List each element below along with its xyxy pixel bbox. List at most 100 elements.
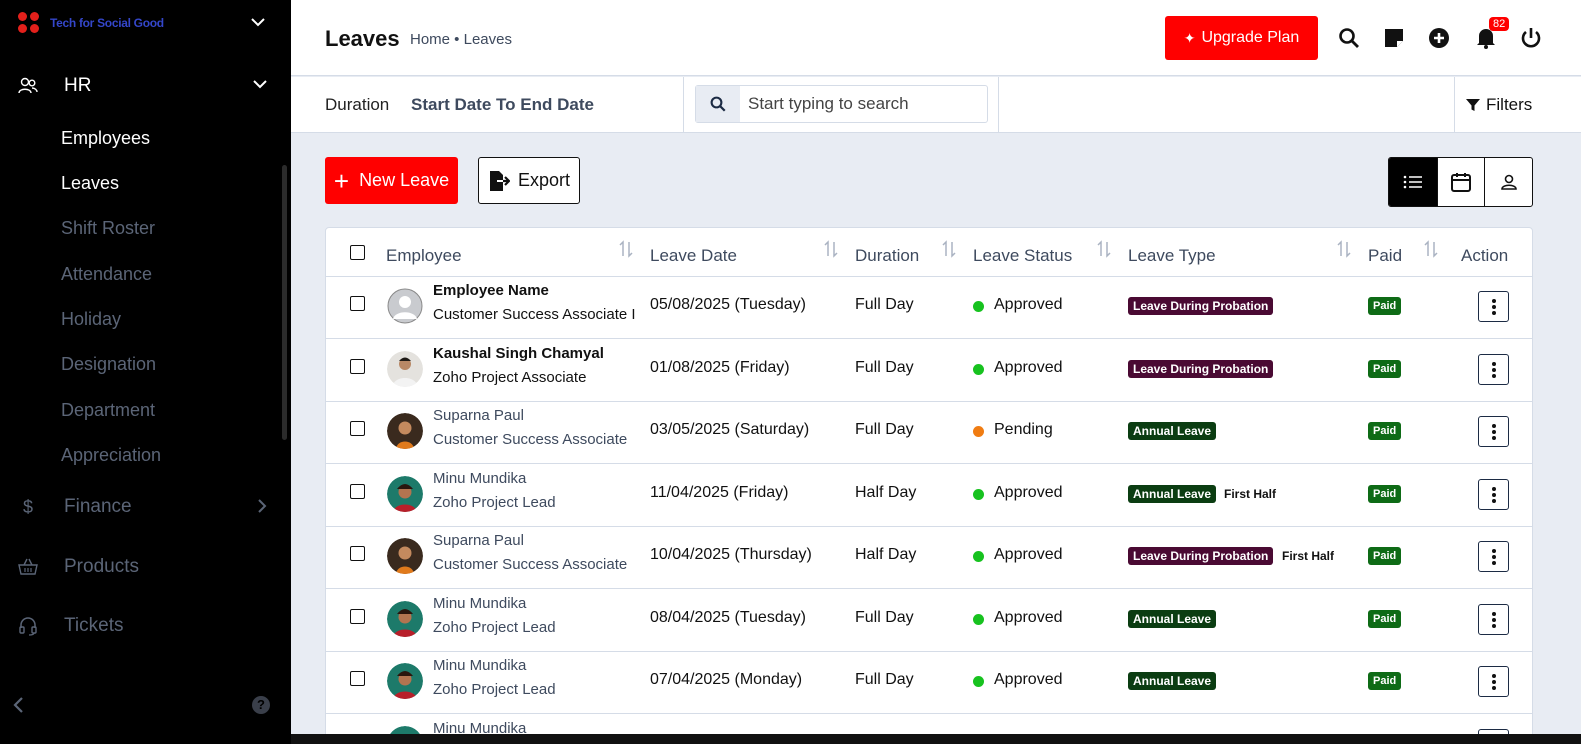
sidebar-item-appreciation[interactable]: Appreciation (61, 445, 161, 466)
select-all-checkbox[interactable] (350, 245, 365, 260)
sidebar: Tech for Social Good HR Employees Leaves… (0, 0, 291, 744)
sidebar-item-employees[interactable]: Employees (61, 128, 150, 149)
top-header: Leaves Home • Leaves ✦ Upgrade Plan 82 (291, 0, 1581, 76)
sidebar-scrollbar[interactable] (282, 165, 287, 440)
avatar[interactable] (387, 351, 423, 387)
search-icon[interactable] (696, 86, 740, 122)
leave-duration: Half Day (855, 546, 917, 563)
divider (1454, 77, 1455, 132)
row-checkbox[interactable] (350, 484, 365, 499)
paid-badge: Paid (1368, 547, 1402, 565)
column-header-duration[interactable]: Duration (855, 246, 919, 266)
row-action-menu-button[interactable] (1478, 604, 1509, 635)
sidebar-item-tickets[interactable]: Tickets (18, 615, 268, 637)
table-row[interactable]: Minu Mundika Zoho Project Lead 07/04/202… (326, 651, 1532, 713)
duration-range-picker[interactable]: Start Date To End Date (411, 95, 594, 115)
leave-type-badge: Annual Leave (1128, 485, 1217, 503)
sort-icon[interactable] (941, 240, 957, 258)
column-header-leave-status[interactable]: Leave Status (973, 246, 1072, 266)
brand[interactable]: Tech for Social Good (18, 12, 164, 34)
search-input[interactable] (740, 86, 980, 122)
row-checkbox[interactable] (350, 296, 365, 311)
avatar[interactable] (387, 288, 423, 324)
power-icon[interactable] (1519, 26, 1543, 50)
avatar[interactable] (387, 538, 423, 574)
user-view-button[interactable] (1484, 158, 1532, 206)
employee-name[interactable]: Suparna Paul (433, 532, 524, 549)
row-action-menu-button[interactable] (1478, 354, 1509, 385)
leave-type-badge: Annual Leave (1128, 422, 1217, 440)
column-header-leave-date[interactable]: Leave Date (650, 246, 737, 266)
chevron-down-icon[interactable] (250, 16, 266, 28)
calendar-view-button[interactable] (1436, 158, 1485, 206)
avatar[interactable] (387, 476, 423, 512)
employee-name[interactable]: Minu Mundika (433, 595, 526, 612)
sort-icon[interactable] (618, 240, 634, 258)
sidebar-item-finance[interactable]: $ Finance (18, 496, 268, 518)
row-checkbox[interactable] (350, 671, 365, 686)
users-icon (18, 77, 38, 94)
employee-name[interactable]: Kaushal Singh Chamyal (433, 345, 604, 362)
collapse-sidebar-icon[interactable] (12, 696, 26, 714)
half-day-label: First Half (1282, 549, 1335, 563)
chevron-right-icon (258, 499, 267, 513)
row-action-menu-button[interactable] (1478, 666, 1509, 697)
table-row[interactable]: Employee Name Customer Success Associate… (326, 276, 1532, 338)
sidebar-item-products[interactable]: Products (18, 556, 268, 578)
filters-button[interactable]: Filters (1465, 95, 1532, 115)
sidebar-item-leaves[interactable]: Leaves (61, 173, 119, 194)
column-header-paid[interactable]: Paid (1368, 246, 1402, 266)
list-view-button[interactable] (1389, 158, 1437, 206)
status-dot (973, 676, 984, 687)
paid-badge: Paid (1368, 422, 1402, 440)
add-circle-icon[interactable] (1427, 26, 1451, 50)
sort-icon[interactable] (1423, 240, 1439, 258)
avatar[interactable] (387, 601, 423, 637)
sidebar-item-attendance[interactable]: Attendance (61, 264, 152, 285)
table-row[interactable]: Minu Mundika Zoho Project Lead 08/04/202… (326, 589, 1532, 651)
breadcrumb[interactable]: Home • Leaves (410, 31, 512, 48)
filter-bar: Duration Start Date To End Date Filters (291, 77, 1581, 133)
avatar[interactable] (387, 413, 423, 449)
column-header-employee[interactable]: Employee (386, 246, 462, 266)
sort-icon[interactable] (1096, 240, 1112, 258)
row-action-menu-button[interactable] (1478, 291, 1509, 322)
sidebar-item-shift-roster[interactable]: Shift Roster (61, 218, 155, 239)
employee-role: Zoho Project Lead (433, 681, 556, 698)
leave-duration: Full Day (855, 671, 914, 688)
column-header-leave-type[interactable]: Leave Type (1128, 246, 1216, 266)
avatar[interactable] (387, 663, 423, 699)
sticky-note-icon[interactable] (1382, 26, 1406, 50)
row-action-menu-button[interactable] (1478, 541, 1509, 572)
employee-name[interactable]: Suparna Paul (433, 407, 524, 424)
row-checkbox[interactable] (350, 546, 365, 561)
sidebar-item-hr[interactable]: HR (18, 72, 268, 100)
employee-name[interactable]: Minu Mundika (433, 470, 526, 487)
employee-role: Zoho Project Lead (433, 619, 556, 636)
row-checkbox[interactable] (350, 609, 365, 624)
employee-name[interactable]: Employee Name (433, 282, 549, 299)
row-checkbox[interactable] (350, 359, 365, 374)
row-action-menu-button[interactable] (1478, 416, 1509, 447)
sort-icon[interactable] (823, 240, 839, 258)
export-button[interactable]: Export (478, 157, 580, 204)
search-icon[interactable] (1337, 26, 1361, 50)
upgrade-plan-button[interactable]: ✦ Upgrade Plan (1165, 16, 1318, 60)
sidebar-item-designation[interactable]: Designation (61, 354, 156, 375)
sidebar-item-holiday[interactable]: Holiday (61, 309, 121, 330)
row-checkbox[interactable] (350, 421, 365, 436)
table-row[interactable]: Suparna Paul Customer Success Associate … (326, 401, 1532, 463)
employee-name[interactable]: Minu Mundika (433, 657, 526, 674)
sidebar-item-department[interactable]: Department (61, 400, 155, 421)
leave-date: 03/05/2025 (Saturday) (650, 421, 810, 438)
table-row[interactable]: Suparna Paul Customer Success Associate … (326, 526, 1532, 588)
row-action-menu-button[interactable] (1478, 479, 1509, 510)
paid-badge: Paid (1368, 297, 1402, 315)
new-leave-button[interactable]: + New Leave (325, 157, 458, 204)
sort-icon[interactable] (1336, 240, 1352, 258)
help-icon[interactable]: ? (252, 696, 270, 714)
table-row[interactable]: Kaushal Singh Chamyal Zoho Project Assoc… (326, 339, 1532, 401)
table-row[interactable]: Minu Mundika Zoho Project Lead 11/04/202… (326, 464, 1532, 526)
export-label: Export (517, 170, 571, 190)
status-dot (973, 551, 984, 562)
